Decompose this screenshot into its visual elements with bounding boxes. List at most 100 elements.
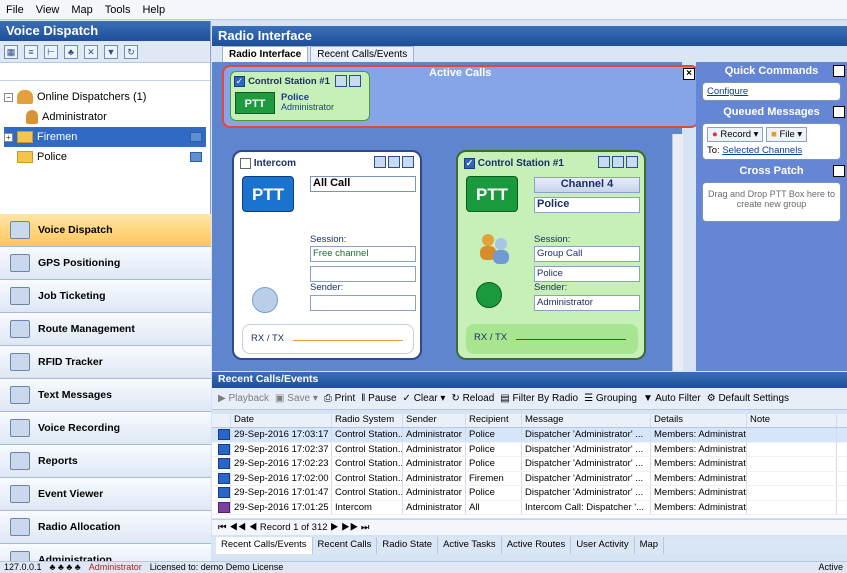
workarea-scrollbar[interactable]: [672, 134, 683, 371]
volume-icon[interactable]: [598, 156, 610, 169]
tab-recent-calls-events[interactable]: Recent Calls/Events: [310, 46, 415, 62]
nav-job-ticketing[interactable]: Job Ticketing: [0, 280, 211, 313]
volume-icon[interactable]: [374, 156, 386, 169]
tree-administrator[interactable]: Administrator: [4, 107, 206, 127]
tab-map[interactable]: Map: [635, 537, 665, 554]
settings-icon[interactable]: [348, 75, 361, 88]
tools-icon[interactable]: ✕: [84, 44, 98, 59]
intercom-target-field[interactable]: All Call: [310, 176, 416, 192]
nav-radio-allocation[interactable]: Radio Allocation: [0, 511, 211, 544]
col-message[interactable]: Message: [522, 414, 651, 427]
session-group-field: Police: [534, 266, 640, 282]
mic-icon[interactable]: [476, 282, 502, 308]
checkbox-checked[interactable]: ✓: [464, 158, 475, 169]
table-row[interactable]: 29-Sep-2016 17:02:23 Control Station... …: [212, 457, 847, 472]
speaker-icon[interactable]: [334, 75, 347, 88]
menu-map[interactable]: Map: [71, 4, 92, 16]
checkbox-unchecked[interactable]: [240, 158, 251, 169]
mic-icon[interactable]: [252, 287, 278, 313]
nav-reports[interactable]: Reports: [0, 445, 211, 478]
tab-recent-calls-events[interactable]: Recent Calls/Events: [216, 537, 313, 554]
configure-link[interactable]: Configure: [707, 86, 748, 97]
print-button[interactable]: ⎙ Print: [324, 393, 355, 404]
filter-by-radio-button[interactable]: ▤ Filter By Radio: [500, 393, 578, 404]
col-note[interactable]: Note: [747, 414, 837, 427]
first-page-button[interactable]: ⏮: [218, 522, 227, 533]
col-date[interactable]: Date: [231, 414, 332, 427]
talkgroup-select[interactable]: Police: [534, 197, 640, 213]
menu-view[interactable]: View: [36, 4, 60, 16]
record-button[interactable]: ● Record ▾: [707, 127, 764, 142]
next-page-button[interactable]: ▶▶: [341, 522, 358, 533]
nav-route-management[interactable]: Route Management: [0, 313, 211, 346]
tree-search-input[interactable]: [0, 63, 210, 81]
col-details[interactable]: Details: [651, 414, 747, 427]
nav-rfid-tracker[interactable]: RFID Tracker: [0, 346, 211, 379]
control-station-ptt-button[interactable]: PTT: [466, 176, 518, 212]
speaker-icon[interactable]: [612, 156, 624, 169]
cross-patch-drop-zone[interactable]: Drag and Drop PTT Box here to create new…: [702, 182, 841, 222]
collapse-icon[interactable]: −: [4, 92, 13, 102]
menu-tools[interactable]: Tools: [105, 4, 131, 16]
table-row[interactable]: 29-Sep-2016 17:02:37 Control Station... …: [212, 442, 847, 457]
close-icon[interactable]: ×: [833, 65, 845, 77]
channel-button[interactable]: Channel 4: [534, 177, 640, 193]
file-button[interactable]: ■ File ▾: [766, 127, 808, 142]
save-button[interactable]: ▣ Save ▾: [275, 393, 318, 404]
default-settings-button[interactable]: ⚙ Default Settings: [707, 393, 789, 404]
pause-button[interactable]: ‖ Pause: [361, 393, 396, 404]
nav-voice-recording[interactable]: Voice Recording: [0, 412, 211, 445]
auto-filter-button[interactable]: ▼ Auto Filter: [643, 393, 701, 404]
tab-radio-interface[interactable]: Radio Interface: [222, 46, 309, 62]
last-page-button[interactable]: ⏭: [361, 522, 370, 533]
close-icon[interactable]: ×: [833, 106, 845, 118]
reload-button[interactable]: ↻ Reload: [451, 393, 494, 404]
col-radio-system[interactable]: Radio System: [332, 414, 403, 427]
tab-active-routes[interactable]: Active Routes: [502, 537, 572, 554]
filter-icon[interactable]: ▼: [104, 44, 118, 59]
table-row[interactable]: 29-Sep-2016 17:02:00 Control Station... …: [212, 471, 847, 486]
clear-button[interactable]: ✓ Clear ▾: [403, 393, 446, 404]
intercom-ptt-button[interactable]: PTT: [242, 176, 294, 212]
close-icon[interactable]: ×: [833, 165, 845, 177]
tree-group-firemen[interactable]: + Firemen: [4, 127, 206, 147]
prev-record-button[interactable]: ◀: [249, 522, 257, 533]
tab-recent-calls[interactable]: Recent Calls: [313, 537, 378, 554]
menu-file[interactable]: File: [6, 4, 24, 16]
table-row[interactable]: 29-Sep-2016 17:01:25 Intercom Administra…: [212, 500, 847, 515]
active-call-card[interactable]: ✓ Control Station #1 PTT Police Administ…: [230, 71, 370, 121]
nav-gps-positioning[interactable]: GPS Positioning: [0, 247, 211, 280]
tab-radio-state[interactable]: Radio State: [377, 537, 439, 554]
close-icon[interactable]: ×: [683, 68, 695, 80]
settings-icon[interactable]: [402, 156, 414, 169]
menu-help[interactable]: Help: [142, 4, 165, 16]
tree-online-dispatchers[interactable]: − Online Dispatchers (1): [4, 87, 206, 107]
playback-button[interactable]: ▶ Playback: [218, 393, 269, 404]
speaker-icon[interactable]: [388, 156, 400, 169]
tree-view-icon[interactable]: ⊢: [44, 44, 58, 59]
group-icon[interactable]: ♣: [64, 44, 78, 59]
col-recipient[interactable]: Recipient: [466, 414, 522, 427]
table-row[interactable]: 29-Sep-2016 17:03:17 Control Station... …: [212, 428, 847, 443]
next-record-button[interactable]: ▶: [330, 522, 338, 533]
tree-group-police[interactable]: Police: [4, 147, 206, 167]
col-sender[interactable]: Sender: [403, 414, 466, 427]
active-call-ptt-button[interactable]: PTT: [235, 92, 275, 114]
grouping-button[interactable]: ☰ Grouping: [584, 393, 637, 404]
refresh-icon[interactable]: ↻: [124, 44, 138, 59]
tab-active-tasks[interactable]: Active Tasks: [438, 537, 502, 554]
list-view-icon[interactable]: ≡: [24, 44, 38, 59]
grid-view-icon[interactable]: ▦: [4, 44, 18, 59]
table-row[interactable]: 29-Sep-2016 17:01:47 Control Station... …: [212, 486, 847, 501]
nav-event-viewer[interactable]: Event Viewer: [0, 478, 211, 511]
tab-user-activity[interactable]: User Activity: [571, 537, 635, 554]
nav-text-messages[interactable]: Text Messages: [0, 379, 211, 412]
message-icon[interactable]: [190, 132, 202, 142]
settings-icon[interactable]: [626, 156, 638, 169]
expand-icon[interactable]: +: [4, 132, 13, 142]
selected-channels-link[interactable]: Selected Channels: [722, 145, 802, 156]
message-icon[interactable]: [190, 152, 202, 162]
nav-voice-dispatch[interactable]: Voice Dispatch: [0, 214, 211, 247]
checkbox-checked[interactable]: ✓: [234, 75, 245, 87]
prev-page-button[interactable]: ◀◀: [229, 522, 246, 533]
